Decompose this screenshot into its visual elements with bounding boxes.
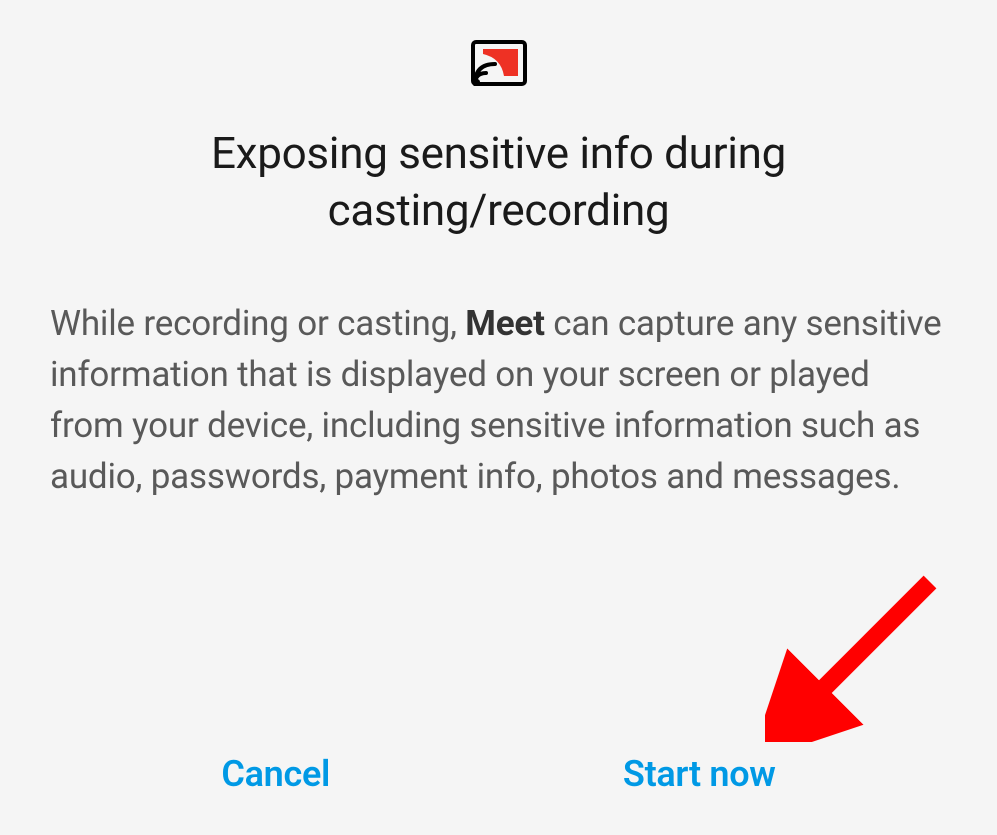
cancel-button[interactable]: Cancel	[221, 753, 330, 795]
dialog-body-prefix: While recording or casting,	[50, 303, 465, 344]
dialog-body-appname: Meet	[465, 303, 545, 344]
dialog-icon-wrap	[45, 40, 952, 90]
dialog-title: Exposing sensitive info during casting/r…	[45, 125, 952, 239]
start-now-button[interactable]: Start now	[623, 753, 776, 795]
dialog-actions: Cancel Start now	[45, 753, 952, 795]
annotation-arrow-icon	[765, 572, 965, 742]
dialog-body: While recording or casting, Meet can cap…	[45, 299, 952, 502]
cast-icon	[471, 40, 527, 90]
